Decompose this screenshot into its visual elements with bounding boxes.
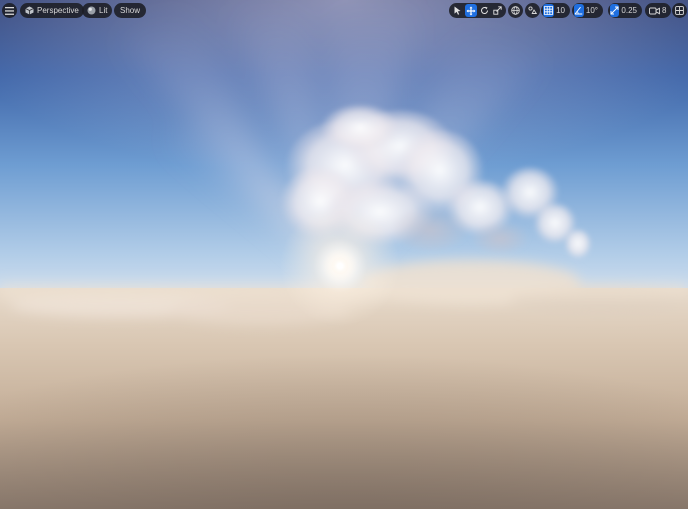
show-button[interactable]: Show [114,3,147,18]
lit-sphere-icon [87,6,96,15]
cursor-arrow-icon [454,6,461,15]
layout-grid-icon [675,6,684,15]
rotate-icon [480,6,488,14]
rotation-snap-control[interactable]: 10° [572,3,603,18]
show-label: Show [120,6,141,15]
scale-snap-toggle[interactable] [610,4,620,17]
sun [322,248,358,284]
move-arrows-icon [466,6,476,15]
grid-snap-toggle[interactable] [543,4,555,17]
scale-snap-value: 0.25 [621,6,637,15]
globe-icon [511,6,520,15]
grid-snap-value: 10 [556,6,565,15]
video-camera-icon [649,7,660,14]
lit-view-mode-button[interactable]: Lit [82,3,113,18]
grid-snap-control[interactable]: 10 [541,3,570,18]
angle-icon [575,6,583,15]
translate-tool-button[interactable] [464,4,477,17]
perspective-label: Perspective [37,6,79,15]
camera-speed-button[interactable]: 8 [645,3,672,18]
perspective-button[interactable]: Perspective [20,3,84,18]
lit-label: Lit [99,6,108,15]
rotate-tool-button[interactable] [478,4,491,17]
level-viewport[interactable]: Perspective Lit Show 10 10° 0.25 8 [0,0,688,509]
surface-snap-icon [528,6,537,14]
rotation-snap-toggle[interactable] [574,4,584,17]
camera-speed-value: 8 [662,6,667,15]
surface-snapping-button[interactable] [525,3,540,18]
grid-icon [544,6,553,15]
cube-icon [25,6,34,15]
scale-snap-control[interactable]: 0.25 [608,3,642,18]
viewport-menu-button[interactable] [2,3,17,18]
viewport-toolbar: Perspective Lit Show 10 10° 0.25 8 [0,0,688,20]
world-local-toggle[interactable] [508,3,523,18]
viewport-layout-button[interactable] [672,3,687,18]
scale-tool-button[interactable] [492,4,505,17]
scale-snap-icon [610,6,619,15]
hamburger-menu-icon [5,6,14,15]
scale-icon [493,6,502,15]
rotation-snap-value: 10° [585,6,598,15]
transform-tools [449,3,506,18]
viewport-scene [0,0,688,509]
select-tool-button[interactable] [451,4,464,17]
